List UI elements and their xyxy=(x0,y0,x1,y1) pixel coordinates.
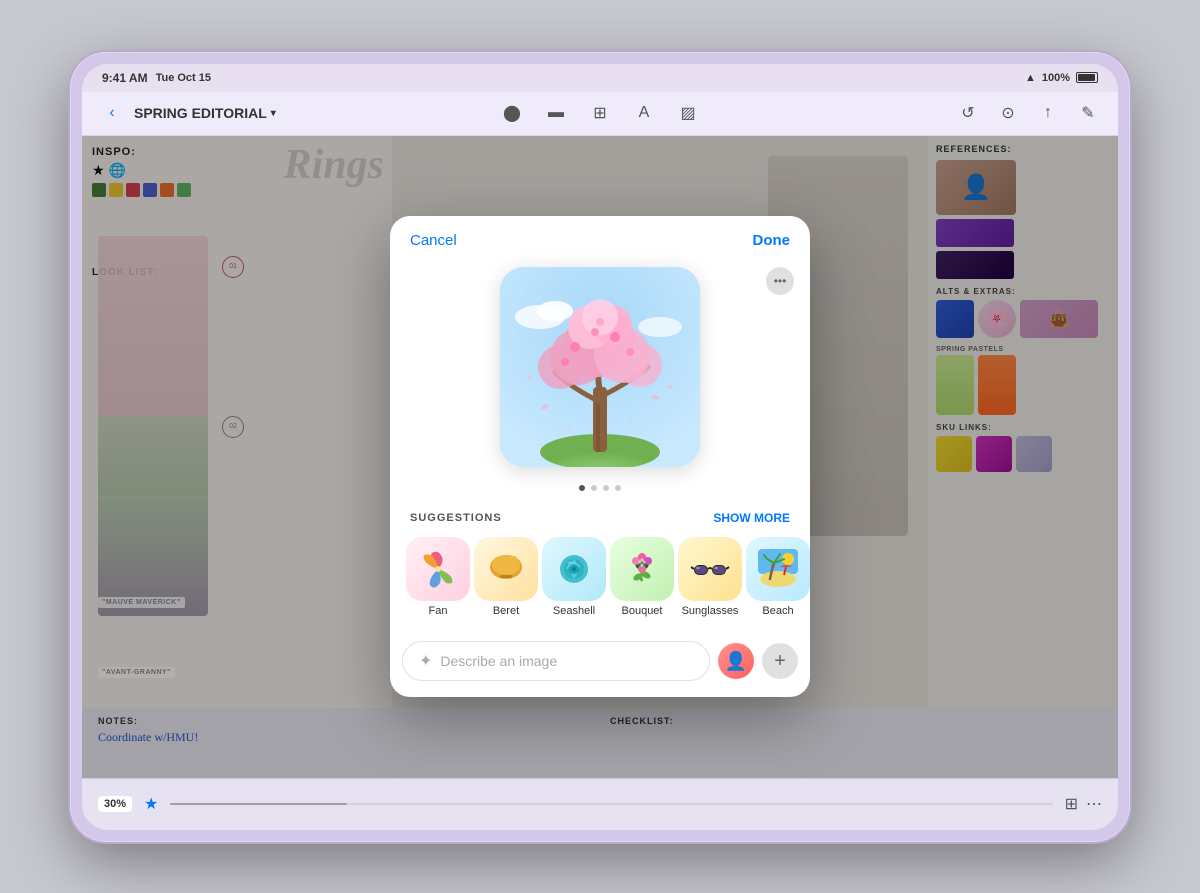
beret-label: Beret xyxy=(493,605,519,617)
beach-label: Beach xyxy=(762,605,793,617)
add-button[interactable]: + xyxy=(762,643,798,679)
modal-image-area: ••• xyxy=(390,257,810,477)
tool-icon-3[interactable]: ⊞ xyxy=(586,99,614,127)
modal-input-area: ✦ Describe an image 👤 + xyxy=(390,633,810,697)
sparkle-icon: ✦ xyxy=(419,651,432,671)
tool-icon-1[interactable]: ⬤ xyxy=(498,99,526,127)
sunglasses-label: Sunglasses xyxy=(682,605,739,617)
tool-icon-4[interactable]: A xyxy=(630,99,658,127)
toolbar: ‹ SPRING EDITORIAL ▾ ⬤ ▬ ⊞ A ▨ ↺ ⊙ ↑ ✎ xyxy=(82,92,1118,136)
person-icon: 👤 xyxy=(725,651,747,672)
more-options-button[interactable]: ••• xyxy=(766,267,794,295)
seashell-icon xyxy=(542,537,606,601)
bouquet-icon xyxy=(610,537,674,601)
dot-1 xyxy=(579,485,585,491)
status-right: ▲ 100% xyxy=(1025,72,1098,84)
scrollbar-track xyxy=(170,803,1052,805)
suggestion-sunglasses[interactable]: Sunglasses xyxy=(678,537,742,617)
dot-2 xyxy=(591,485,597,491)
status-time: 9:41 AM xyxy=(102,71,148,85)
image-picker-modal: Cancel Done ••• xyxy=(390,216,810,697)
toolbar-left: ‹ SPRING EDITORIAL ▾ xyxy=(98,99,490,127)
seashell-label: Seashell xyxy=(553,605,595,617)
tool-icon-2[interactable]: ▬ xyxy=(542,99,570,127)
status-date: Tue Oct 15 xyxy=(156,72,211,84)
suggestion-fan[interactable]: Fan xyxy=(406,537,470,617)
back-button[interactable]: ‹ xyxy=(98,99,126,127)
input-placeholder: Describe an image xyxy=(440,653,557,669)
suggestions-label: SUGGESTIONS xyxy=(410,512,502,524)
show-more-button[interactable]: SHOW MORE xyxy=(713,511,790,525)
modal-header: Cancel Done xyxy=(390,216,810,257)
fan-icon xyxy=(406,537,470,601)
chevron-down-icon: ▾ xyxy=(271,108,276,119)
fan-label: Fan xyxy=(429,605,448,617)
done-button[interactable]: Done xyxy=(753,232,791,249)
share-button[interactable]: ↑ xyxy=(1034,99,1062,127)
ipad-screen: 9:41 AM Tue Oct 15 ▲ 100% ‹ SPRING EDITO… xyxy=(82,64,1118,830)
person-button[interactable]: 👤 xyxy=(718,643,754,679)
dot-4 xyxy=(615,485,621,491)
document-title[interactable]: SPRING EDITORIAL ▾ xyxy=(134,105,276,121)
grid-icon[interactable]: ⊞ xyxy=(1065,794,1078,814)
suggestions-header: SUGGESTIONS SHOW MORE xyxy=(390,499,810,533)
suggestion-seashell[interactable]: Seashell xyxy=(542,537,606,617)
beach-icon xyxy=(746,537,810,601)
ipad-frame: 9:41 AM Tue Oct 15 ▲ 100% ‹ SPRING EDITO… xyxy=(70,52,1130,842)
collaborate-button[interactable]: ⊙ xyxy=(994,99,1022,127)
battery-icon: 100% xyxy=(1042,72,1070,84)
image-describe-input[interactable]: ✦ Describe an image xyxy=(402,641,710,681)
toolbar-center: ⬤ ▬ ⊞ A ▨ xyxy=(498,99,702,127)
suggestion-beret[interactable]: Beret xyxy=(474,537,538,617)
toolbar-right: ↺ ⊙ ↑ ✎ xyxy=(710,99,1102,127)
dot-3 xyxy=(603,485,609,491)
beret-icon xyxy=(474,537,538,601)
modal-overlay: Cancel Done ••• xyxy=(82,136,1118,778)
ellipsis-icon: ••• xyxy=(774,274,787,288)
pencil-button[interactable]: ✎ xyxy=(1074,99,1102,127)
battery-bar xyxy=(1076,72,1098,83)
cancel-button[interactable]: Cancel xyxy=(410,232,457,249)
star-button[interactable]: ★ xyxy=(144,794,158,814)
bottom-right-tools: ⊞ ⋯ xyxy=(1065,794,1102,814)
tool-icon-5[interactable]: ▨ xyxy=(674,99,702,127)
suggestion-bouquet[interactable]: Bouquet xyxy=(610,537,674,617)
more-icon[interactable]: ⋯ xyxy=(1086,794,1102,814)
wifi-icon: ▲ xyxy=(1025,72,1036,84)
plus-icon: + xyxy=(774,650,786,673)
sunglasses-icon xyxy=(678,537,742,601)
zoom-level[interactable]: 30% xyxy=(98,796,132,812)
suggestions-grid: Fan Beret xyxy=(390,533,810,633)
bouquet-label: Bouquet xyxy=(622,605,663,617)
page-dots xyxy=(390,477,810,499)
cherry-blossom-image xyxy=(500,267,700,467)
suggestion-beach[interactable]: Beach xyxy=(746,537,810,617)
share-history-button[interactable]: ↺ xyxy=(954,99,982,127)
status-bar: 9:41 AM Tue Oct 15 ▲ 100% xyxy=(82,64,1118,92)
bottom-bar: 30% ★ ⊞ ⋯ xyxy=(82,778,1118,830)
scrollbar-thumb xyxy=(170,803,346,805)
